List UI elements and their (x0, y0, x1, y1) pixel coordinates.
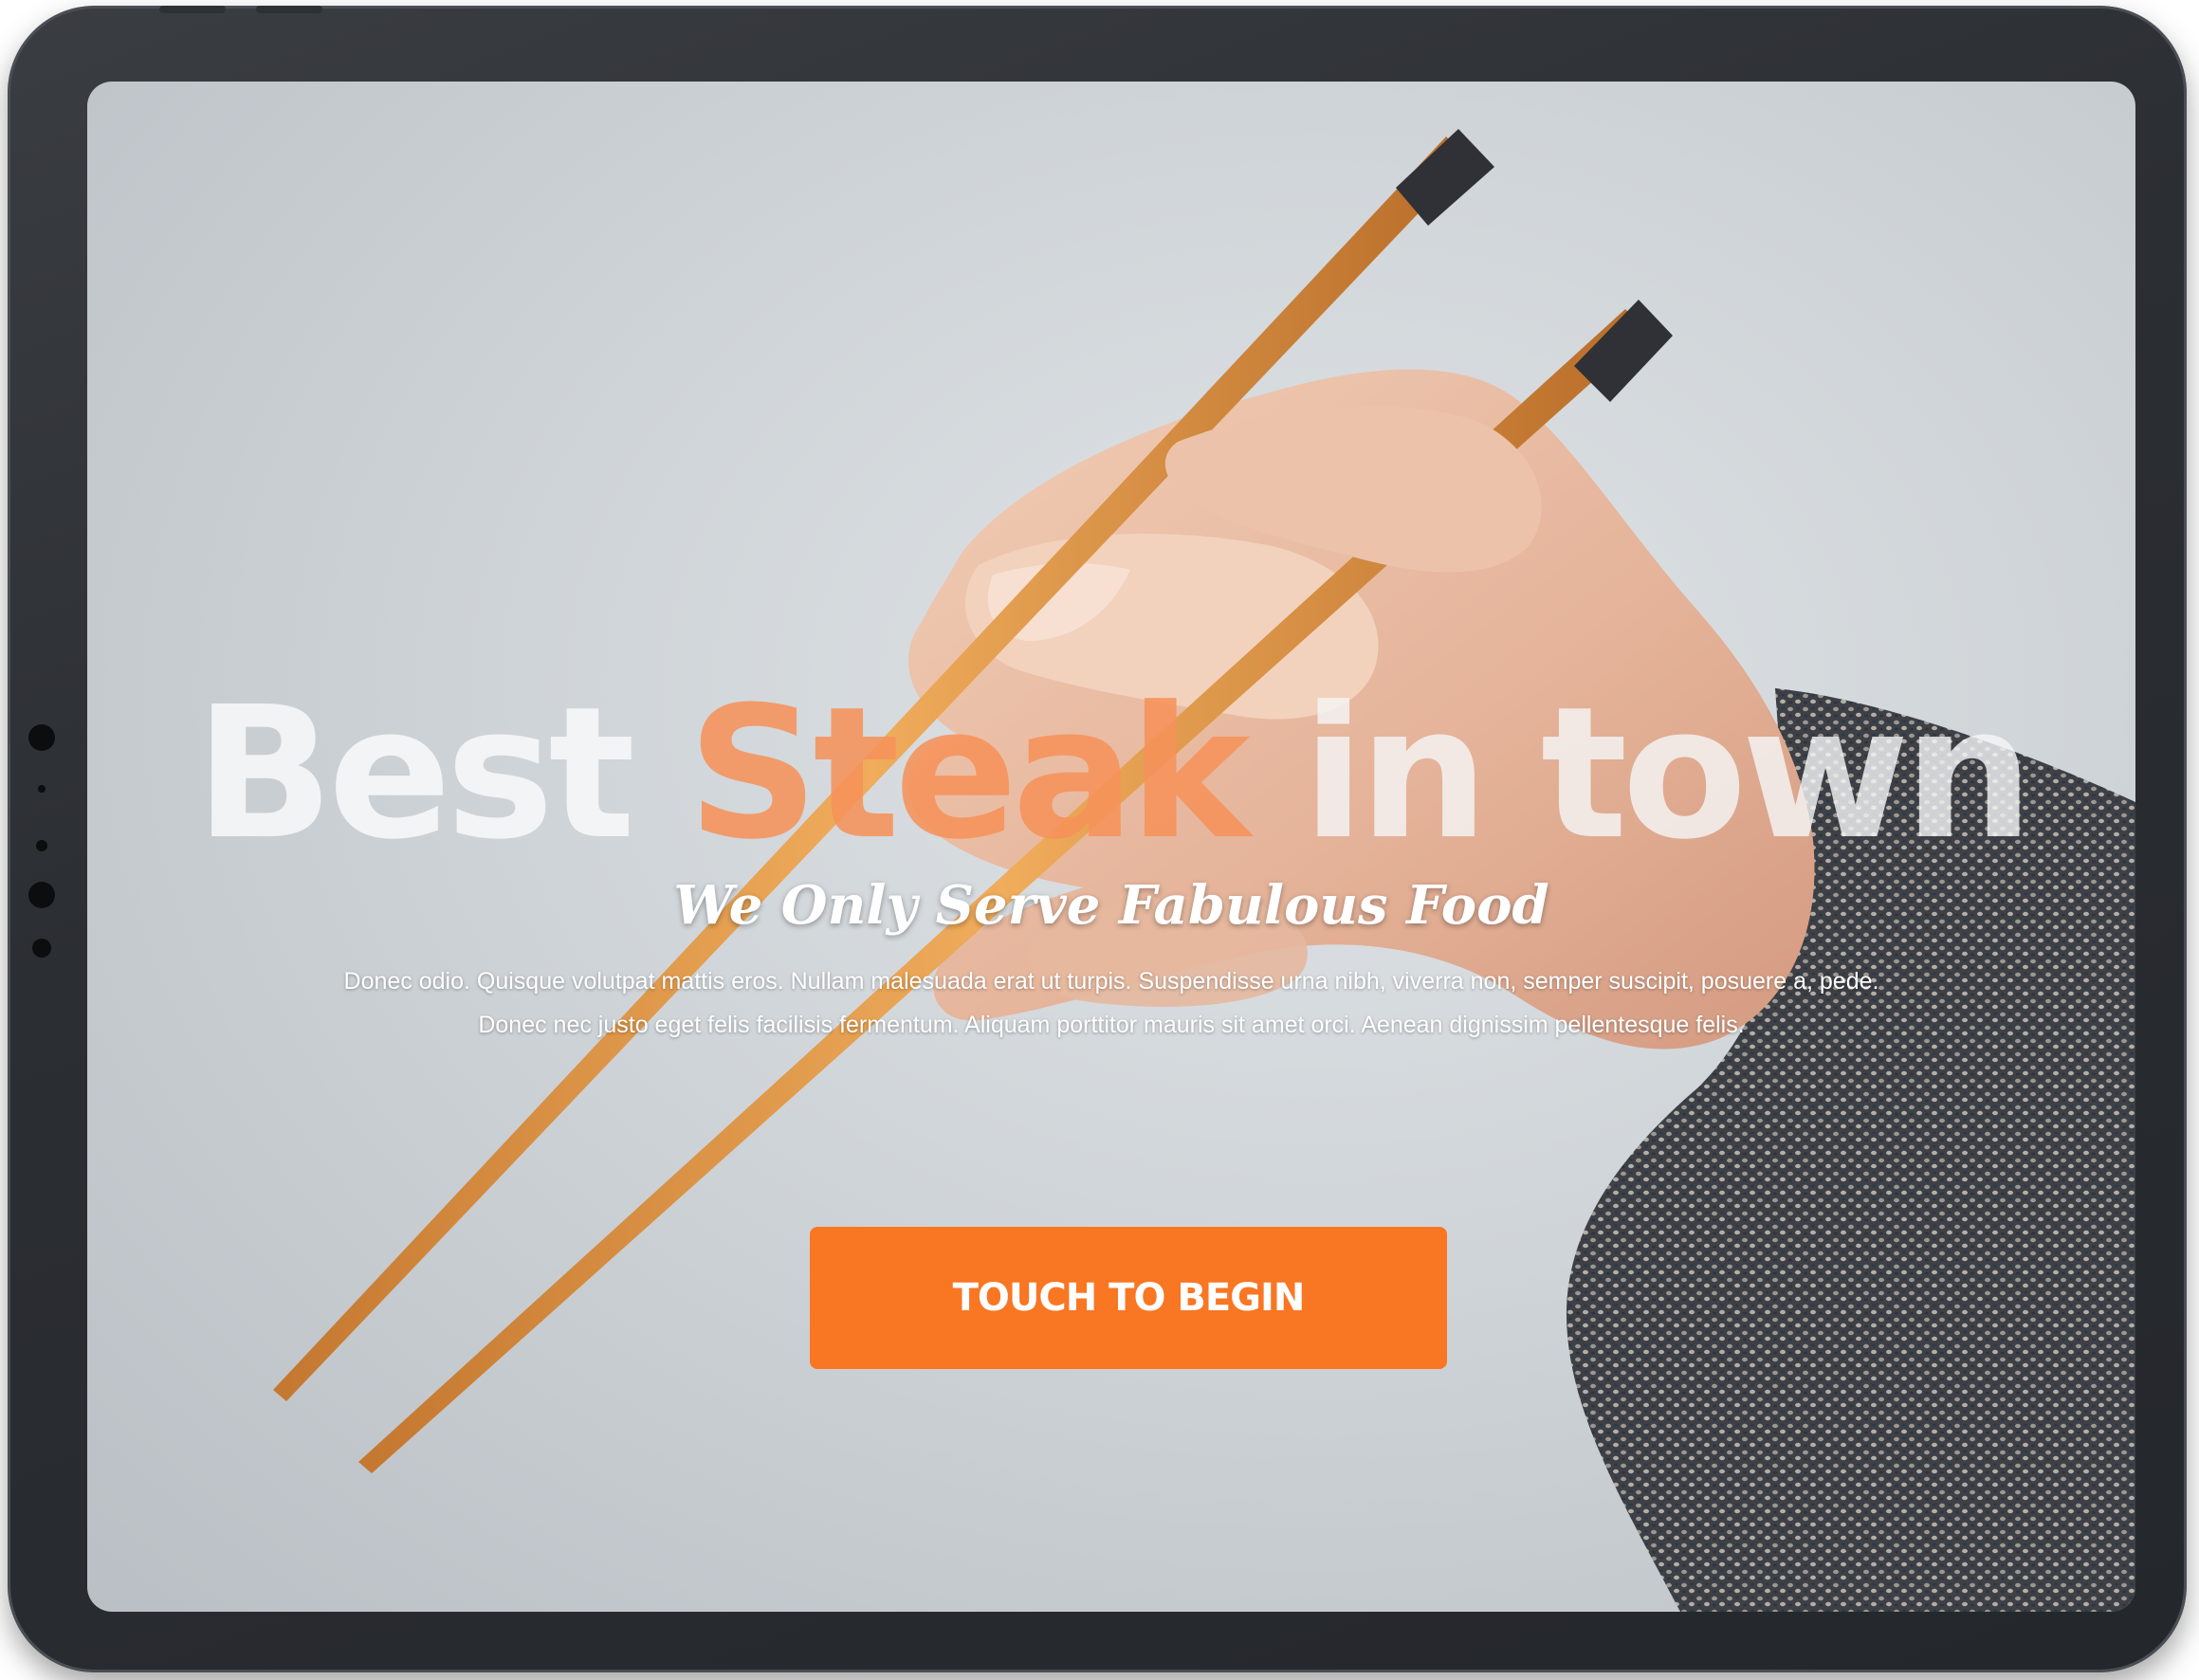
power-button (256, 6, 322, 13)
hero-tagline: We Only Serve Fabulous Food (673, 874, 1549, 937)
sensor-dot (38, 785, 46, 793)
hero-description-line-2: Donec nec justo eget felis facilisis fer… (478, 1012, 1745, 1038)
volume-button (159, 6, 226, 13)
camera-sensor (28, 882, 55, 908)
headline-word-in-town: in town (1302, 668, 2033, 880)
hero-headline: Best Steak in town (87, 684, 2135, 866)
camera-sensor (28, 724, 55, 751)
headline-word-best: Best (194, 668, 636, 880)
app-screen: Best Steak in town We Only Serve Fabulou… (87, 82, 2135, 1612)
touch-to-begin-button[interactable]: TOUCH TO BEGIN (810, 1227, 1447, 1369)
tablet-device-frame: Best Steak in town We Only Serve Fabulou… (8, 6, 2187, 1672)
sensor-dot (36, 840, 47, 851)
hero-description-line-1: Donec odio. Quisque volutpat mattis eros… (343, 968, 1879, 995)
hero-description: Donec odio. Quisque volutpat mattis eros… (163, 959, 2060, 1047)
headline-word-steak: Steak (687, 668, 1251, 880)
sensor-dot (32, 939, 51, 958)
